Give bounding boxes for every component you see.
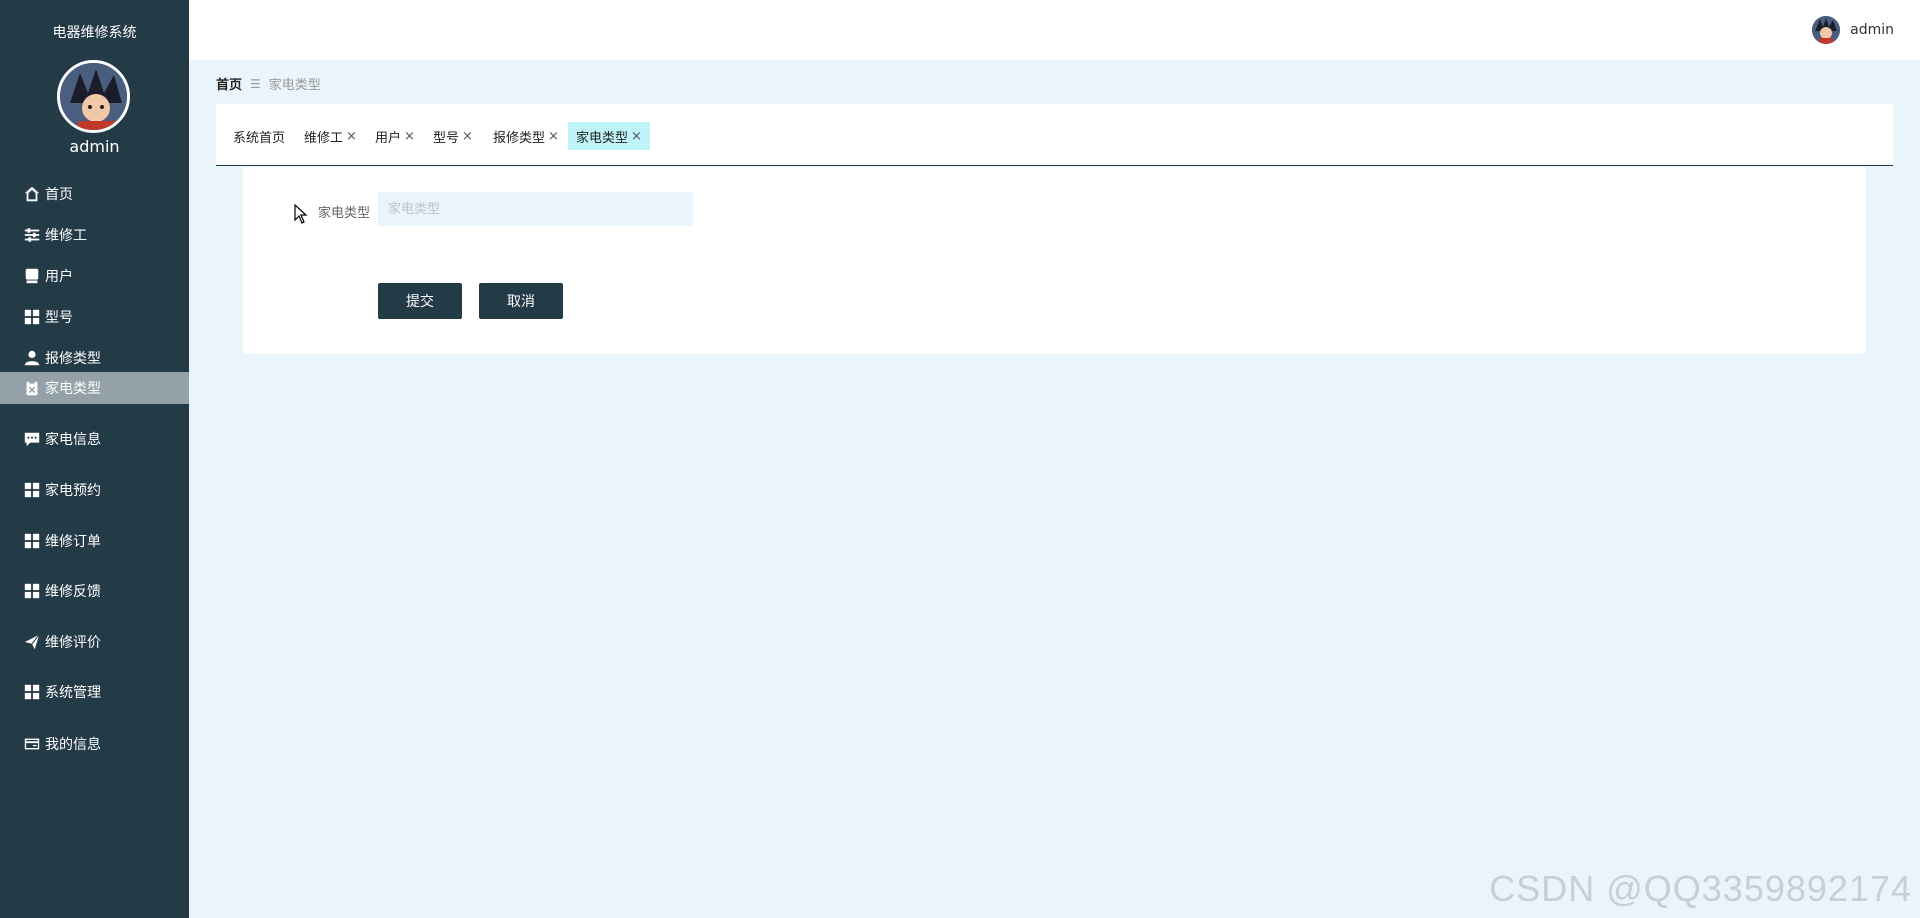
tab-repair-type[interactable]: 报修类型 ×: [485, 122, 567, 150]
grid-icon: [22, 581, 42, 601]
tab-label: 报修类型: [493, 130, 546, 146]
person-icon: [22, 348, 42, 368]
breadcrumb-home[interactable]: 首页: [216, 74, 242, 93]
home-icon: [22, 184, 42, 204]
sidebar-item-label: 家电预约: [45, 483, 101, 499]
sidebar-item-user[interactable]: 用户: [0, 260, 189, 292]
sidebar-username: admin: [69, 137, 120, 156]
sidebar-item-label: 家电类型: [45, 381, 101, 397]
user-menu[interactable]: admin: [1812, 16, 1894, 44]
breadcrumb-current: 家电类型: [268, 78, 321, 93]
sidebar-item-repair-feedback[interactable]: 维修反馈: [0, 575, 189, 607]
sidebar-item-label: 我的信息: [45, 737, 101, 753]
sidebar-item-label: 维修反馈: [45, 584, 101, 600]
sidebar: 电器维修系统 admin 首页 维修工 用户 型号 报修类型 家电类型 家电信息…: [0, 0, 189, 918]
sidebar-item-repair-review[interactable]: 维修评价: [0, 626, 189, 658]
mouse-cursor-icon: [294, 203, 308, 228]
tab-label: 系统首页: [233, 130, 286, 146]
sidebar-item-label: 系统管理: [45, 685, 101, 701]
tab-label: 家电类型: [576, 130, 629, 146]
tab-label: 维修工: [304, 130, 344, 146]
sidebar-item-appliance-booking[interactable]: 家电预约: [0, 474, 189, 506]
breadcrumb-separator-icon: ☰: [250, 76, 261, 91]
tab-label: 用户: [375, 130, 402, 146]
tab-system-home[interactable]: 系统首页: [225, 122, 293, 150]
sidebar-item-label: 家电信息: [45, 432, 101, 448]
tab-label: 型号: [433, 130, 460, 146]
appliance-type-input[interactable]: [378, 192, 693, 226]
cancel-button[interactable]: 取消: [479, 283, 563, 319]
tab-model[interactable]: 型号 ×: [425, 122, 481, 150]
sidebar-item-appliance-info[interactable]: 家电信息: [0, 423, 189, 455]
header-username: admin: [1850, 22, 1894, 38]
app-title: 电器维修系统: [52, 25, 137, 41]
submit-button[interactable]: 提交: [378, 283, 462, 319]
sidebar-item-repairman[interactable]: 维修工: [0, 219, 189, 251]
sidebar-item-label: 首页: [45, 187, 73, 203]
sidebar-item-model[interactable]: 型号: [0, 301, 189, 333]
tab-user[interactable]: 用户 ×: [367, 122, 423, 150]
avatar: [57, 60, 130, 133]
top-bar: admin: [189, 0, 1920, 60]
clipboard-icon: [22, 378, 42, 398]
tab-repairman[interactable]: 维修工 ×: [296, 122, 365, 150]
sidebar-item-system-admin[interactable]: 系统管理: [0, 676, 189, 708]
close-icon[interactable]: ×: [548, 129, 559, 144]
user-card-icon: [22, 266, 42, 286]
grid-icon: [22, 682, 42, 702]
tab-bar: 系统首页 维修工 × 用户 × 型号 × 报修类型 × 家电类型 ×: [216, 104, 1893, 166]
sidebar-item-label: 维修评价: [45, 635, 101, 651]
sidebar-item-my-info[interactable]: 我的信息: [0, 728, 189, 760]
grid-icon: [22, 531, 42, 551]
sidebar-item-appliance-type[interactable]: 家电类型: [0, 372, 189, 404]
close-icon[interactable]: ×: [346, 129, 357, 144]
sidebar-item-label: 型号: [45, 310, 73, 326]
sidebar-item-home[interactable]: 首页: [0, 178, 189, 210]
watermark: CSDN @QQ3359892174: [1489, 868, 1912, 909]
appliance-type-label: 家电类型: [318, 206, 371, 221]
tab-appliance-type[interactable]: 家电类型 ×: [568, 122, 650, 150]
close-icon[interactable]: ×: [462, 129, 473, 144]
sidebar-item-label: 维修订单: [45, 534, 101, 550]
grid-icon: [22, 480, 42, 500]
avatar: [1812, 16, 1841, 44]
sidebar-item-label: 用户: [45, 269, 73, 285]
close-icon[interactable]: ×: [404, 129, 415, 144]
close-icon[interactable]: ×: [631, 129, 642, 144]
sidebar-item-label: 报修类型: [45, 351, 101, 367]
sidebar-item-repair-type[interactable]: 报修类型: [0, 342, 189, 374]
sidebar-item-repair-order[interactable]: 维修订单: [0, 525, 189, 557]
breadcrumb: 首页 ☰ 家电类型: [216, 74, 321, 94]
credit-card-icon: [22, 734, 42, 754]
paper-plane-icon: [22, 632, 42, 652]
sliders-icon: [22, 225, 42, 245]
grid-icon: [22, 307, 42, 327]
chat-icon: [22, 429, 42, 449]
sidebar-item-label: 维修工: [45, 228, 87, 244]
